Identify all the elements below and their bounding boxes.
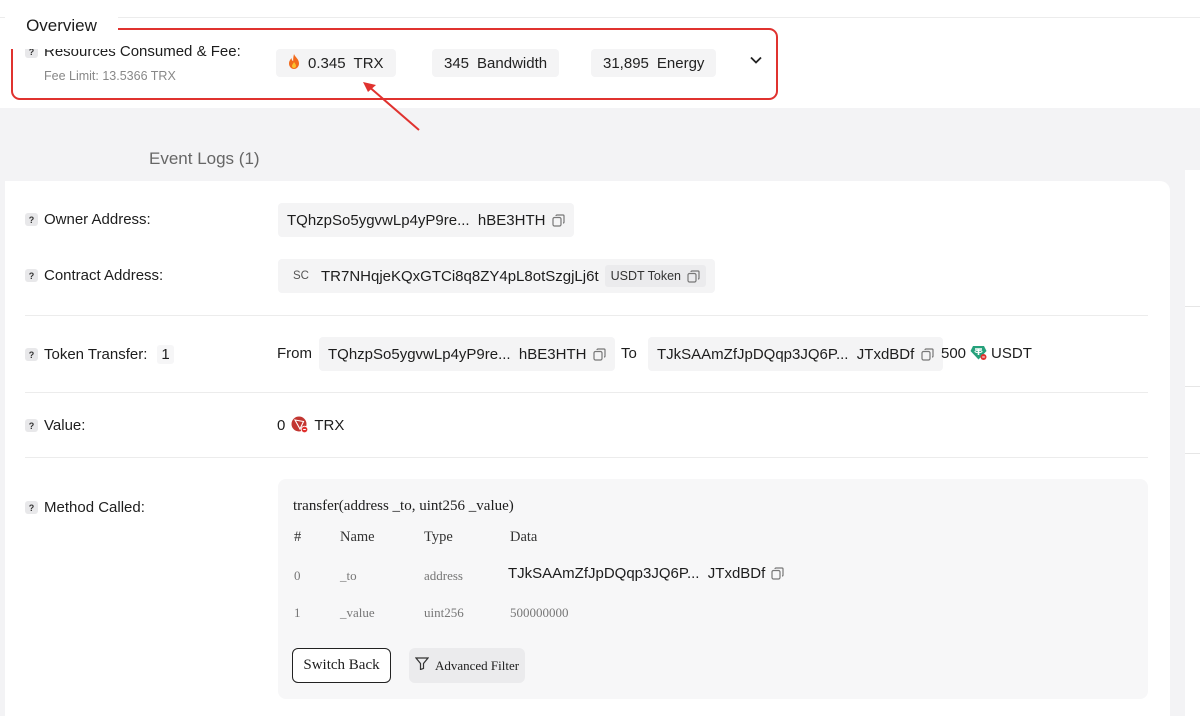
value-label: ? Value:	[25, 417, 85, 434]
param-data-value: 500000000	[510, 605, 569, 620]
row-divider	[25, 392, 1148, 393]
bandwidth-chip: 345 Bandwidth	[432, 49, 560, 77]
right-panel-divider	[1185, 453, 1200, 454]
right-panel	[1185, 170, 1200, 716]
energy-chip: 31,895 Energy	[591, 49, 717, 77]
contract-address-chip[interactable]: SC TR7NHqjeKQxGTCi8q8ZY4pL8otSzgjLj6t US…	[278, 259, 716, 293]
contract-address-label: ? Contract Address:	[25, 267, 163, 284]
usdt-icon[interactable]	[970, 344, 987, 361]
param-data-address-value[interactable]: TJkSAAmZfJpDQqp3JQ6P... JTxdBDf	[508, 565, 765, 582]
value-amount-number: 0	[277, 417, 286, 434]
tab-overview[interactable]: Overview	[5, 2, 118, 49]
contract-address-value[interactable]: TR7NHqjeKQxGTCi8q8ZY4pL8otSzgjLj6t	[321, 268, 599, 285]
trx-fee-chip: 0.345 TRX	[276, 49, 396, 77]
advanced-filter-button[interactable]: Advanced Filter	[409, 648, 525, 683]
owner-address-value[interactable]: TQhzpSo5ygvwLp4yP9re... hBE3HTH	[287, 212, 545, 229]
value-unit: TRX	[314, 417, 345, 434]
owner-address-chip[interactable]: TQhzpSo5ygvwLp4yP9re... hBE3HTH	[278, 203, 575, 237]
switch-back-button[interactable]: Switch Back	[292, 648, 391, 683]
token-transfer-label-text: Token Transfer:	[44, 346, 148, 363]
col-header-data: Data	[510, 529, 538, 545]
col-header-type: Type	[424, 529, 453, 545]
copy-icon[interactable]	[593, 347, 607, 361]
token-transfer-label: ? Token Transfer: 1	[25, 345, 174, 364]
to-address-value[interactable]: TJkSAAmZfJpDQqp3JQ6P... JTxdBDf	[657, 346, 914, 363]
trx-icon	[291, 416, 309, 434]
from-address-chip[interactable]: TQhzpSo5ygvwLp4yP9re... hBE3HTH	[319, 337, 616, 371]
row-divider	[25, 457, 1148, 458]
method-signature: transfer(address _to, uint256 _value)	[293, 498, 514, 514]
chevron-down-icon[interactable]	[749, 53, 763, 67]
row-divider	[25, 315, 1148, 316]
flame-icon	[288, 54, 300, 72]
value-label-text: Value:	[44, 417, 86, 434]
to-address-chip[interactable]: TJkSAAmZfJpDQqp3JQ6P... JTxdBDf	[648, 337, 944, 371]
copy-icon[interactable]	[687, 269, 700, 283]
advanced-filter-label: Advanced Filter	[434, 657, 520, 673]
contract-address-label-text: Contract Address:	[44, 267, 164, 284]
param-name: _to	[340, 568, 357, 583]
bandwidth-unit: Bandwidth	[477, 54, 548, 72]
trx-fee-unit: TRX	[353, 54, 384, 72]
energy-unit: Energy	[656, 54, 705, 72]
copy-icon[interactable]	[771, 567, 784, 580]
from-address-value[interactable]: TQhzpSo5ygvwLp4yP9re... hBE3HTH	[328, 346, 586, 363]
copy-icon[interactable]	[552, 213, 566, 227]
col-header-name: Name	[340, 529, 375, 545]
usdt-token-tag[interactable]: USDT Token	[604, 265, 707, 287]
right-panel-divider	[1185, 386, 1200, 387]
from-label: From	[277, 345, 312, 362]
right-panel-divider	[1185, 306, 1200, 307]
help-icon[interactable]: ?	[25, 213, 38, 226]
transfer-amount: 500 USDT	[941, 345, 1032, 362]
copy-icon[interactable]	[921, 347, 934, 361]
fee-limit: Fee Limit: 13.5366 TRX	[44, 69, 176, 83]
help-icon[interactable]: ?	[25, 348, 38, 361]
top-strip	[0, 0, 1200, 18]
usdt-token-tag-text: USDT Token	[610, 269, 682, 283]
tab-event-logs[interactable]: Event Logs (1)	[149, 149, 260, 169]
to-label: To	[621, 345, 637, 362]
owner-address-label-text: Owner Address:	[44, 211, 151, 228]
method-called-label-text: Method Called:	[44, 499, 145, 516]
sc-tag: SC	[293, 270, 309, 282]
method-panel: transfer(address _to, uint256 _value) # …	[278, 479, 1148, 699]
energy-amount: 31,895	[603, 54, 649, 72]
help-icon[interactable]: ?	[25, 269, 38, 282]
param-type: uint256	[424, 605, 464, 620]
bandwidth-amount: 345	[444, 54, 470, 72]
annotation-arrow	[363, 82, 420, 131]
param-name: _value	[340, 605, 375, 620]
col-header-index: #	[294, 529, 302, 545]
filter-icon	[414, 657, 430, 674]
token-transfer-count: 1	[157, 345, 174, 364]
transfer-token[interactable]: USDT	[991, 345, 1032, 362]
param-index: 1	[294, 605, 301, 620]
param-type: address	[424, 568, 463, 583]
help-icon[interactable]: ?	[25, 501, 38, 514]
param-data-address[interactable]: TJkSAAmZfJpDQqp3JQ6P... JTxdBDf	[508, 565, 784, 582]
method-called-label: ? Method Called:	[25, 499, 145, 516]
owner-address-label: ? Owner Address:	[25, 211, 151, 228]
help-icon[interactable]: ?	[25, 419, 38, 432]
param-index: 0	[294, 568, 301, 583]
trx-fee-amount: 0.345	[308, 54, 346, 72]
value-amount: 0 TRX	[277, 416, 345, 434]
transfer-amount-value: 500	[941, 345, 967, 362]
